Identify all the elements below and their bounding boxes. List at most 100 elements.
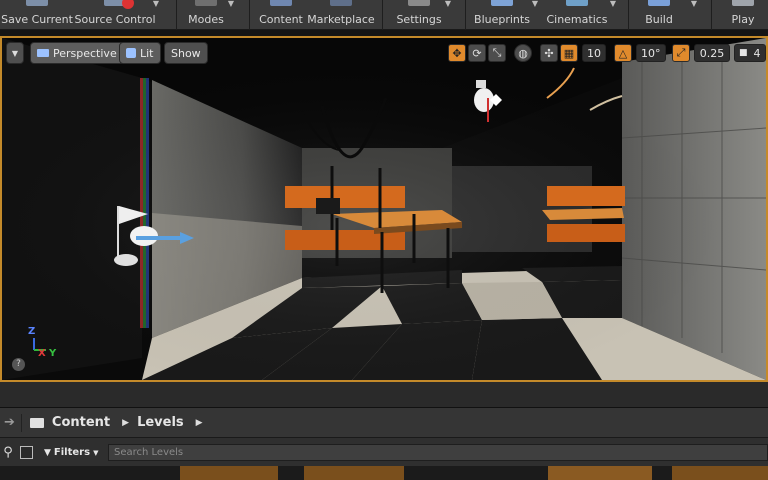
- settings-button[interactable]: Settings: [394, 0, 444, 30]
- content-icon: [270, 0, 292, 6]
- camera-speed-button[interactable]: ■ 4: [734, 44, 766, 62]
- grid-icon: ▦: [563, 46, 575, 60]
- chevron-down-icon: ▼: [11, 48, 19, 58]
- lit-view-mode-button[interactable]: Lit: [119, 42, 161, 64]
- chevron-down-icon: ▼: [93, 448, 99, 457]
- forward-arrow-icon[interactable]: ➔: [4, 415, 15, 430]
- breadcrumb-arrow-icon[interactable]: ▶: [122, 418, 129, 428]
- breadcrumb-content[interactable]: Content: [52, 415, 110, 430]
- scale-snap-icon: ⤢: [676, 46, 686, 59]
- search-icon[interactable]: ⚲: [0, 445, 16, 461]
- axis-x-label: X: [38, 348, 46, 359]
- modes-button[interactable]: Modes: [184, 0, 228, 30]
- asset-tile[interactable]: [672, 466, 768, 480]
- level-viewport[interactable]: Z X Y ? ▼ Perspective Lit Show ✥ ⟳ ⤡ ◍ ✣…: [0, 36, 768, 382]
- lit-mode-icon: [126, 48, 136, 58]
- translate-mode-button[interactable]: ✥: [448, 44, 466, 62]
- perspective-label: Perspective: [53, 46, 117, 60]
- surface-snapping-button[interactable]: ✣: [540, 44, 558, 62]
- filters-label: Filters: [53, 447, 91, 458]
- build-icon: [648, 0, 670, 6]
- axis-z-label: Z: [28, 326, 36, 337]
- rotation-snap-toggle[interactable]: △: [614, 44, 632, 62]
- save-current-label: Save Current: [1, 13, 73, 26]
- move-icon: ✥: [452, 46, 462, 60]
- source-control-button[interactable]: Source Control: [74, 0, 156, 30]
- gear-icon: [408, 0, 430, 6]
- scale-icon: ⤡: [492, 46, 502, 59]
- asset-tile[interactable]: [304, 466, 404, 480]
- help-icon[interactable]: ?: [12, 358, 25, 371]
- show-label: Show: [171, 46, 201, 60]
- perspective-button[interactable]: Perspective: [30, 42, 124, 64]
- search-levels-input[interactable]: [108, 444, 768, 461]
- toolbar-separator: [249, 0, 250, 30]
- build-label: Build: [645, 13, 673, 26]
- rotate-mode-button[interactable]: ⟳: [468, 44, 486, 62]
- path-separator: [20, 413, 22, 432]
- breadcrumb-arrow-icon[interactable]: ▶: [196, 418, 203, 428]
- asset-tile[interactable]: [548, 466, 652, 480]
- grid-snap-toggle[interactable]: ▦: [560, 44, 578, 62]
- play-label: Play: [731, 13, 755, 26]
- camera-icon: [37, 49, 49, 57]
- asset-tile[interactable]: [180, 466, 278, 480]
- cinematics-icon: [566, 0, 588, 6]
- lit-label: Lit: [140, 46, 154, 60]
- scale-mode-button[interactable]: ⤡: [488, 44, 506, 62]
- toolbar-separator: [176, 0, 177, 30]
- content-label: Content: [259, 13, 303, 26]
- cinematics-button[interactable]: Cinematics: [546, 0, 608, 30]
- toolbar-separator: [628, 0, 629, 30]
- content-browser-path-bar: ➔ Content ▶ Levels ▶: [0, 408, 768, 438]
- modes-dropdown-icon[interactable]: ▼: [226, 0, 236, 10]
- cinematics-dropdown-icon[interactable]: ▼: [608, 0, 618, 10]
- scale-snap-value[interactable]: 0.25: [694, 44, 730, 62]
- toolbar-separator: [711, 0, 712, 30]
- rotate-icon: ⟳: [472, 46, 482, 60]
- marketplace-icon: [330, 0, 352, 6]
- editor-window: Save Current Source Control ▼ Modes ▼ Co…: [0, 0, 768, 480]
- coordinate-space-button[interactable]: ◍: [514, 44, 532, 62]
- blueprints-icon: [491, 0, 513, 6]
- show-button[interactable]: Show: [164, 42, 208, 64]
- play-button[interactable]: Play: [728, 0, 758, 30]
- filter-icon: ▼: [44, 447, 51, 458]
- surface-snap-icon: ✣: [544, 46, 554, 60]
- breadcrumb-levels[interactable]: Levels: [137, 415, 184, 430]
- modes-icon: [195, 0, 217, 6]
- main-toolbar: Save Current Source Control ▼ Modes ▼ Co…: [0, 0, 768, 30]
- toolbar-separator: [465, 0, 466, 30]
- scale-snap-toggle[interactable]: ⤢: [672, 44, 690, 62]
- source-control-dropdown-icon[interactable]: ▼: [151, 0, 161, 10]
- settings-label: Settings: [396, 13, 442, 26]
- 3d-scene-render: [2, 38, 766, 380]
- panel-tab-strip: [0, 382, 768, 408]
- build-dropdown-icon[interactable]: ▼: [689, 0, 699, 10]
- rotation-snap-value[interactable]: 10°: [636, 44, 666, 62]
- content-button[interactable]: Content: [258, 0, 304, 30]
- source-control-label: Source Control: [74, 13, 156, 26]
- grid-snap-value[interactable]: 10: [582, 44, 606, 62]
- save-current-button[interactable]: Save Current: [1, 0, 73, 30]
- sources-panel-toggle[interactable]: [20, 446, 33, 459]
- filters-button[interactable]: ▼ Filters ▼: [44, 444, 98, 461]
- marketplace-label: Marketplace: [307, 13, 375, 26]
- toolbar-separator: [382, 0, 383, 30]
- camera-speed-value: 4: [753, 46, 761, 60]
- folder-icon: [29, 417, 44, 428]
- modes-label: Modes: [188, 13, 224, 26]
- settings-dropdown-icon[interactable]: ▼: [443, 0, 453, 10]
- viewport-options-button[interactable]: ▼: [6, 42, 24, 64]
- camera-speed-icon: ■: [739, 48, 748, 58]
- cinematics-label: Cinematics: [546, 13, 608, 26]
- build-button[interactable]: Build: [642, 0, 676, 30]
- marketplace-button[interactable]: Marketplace: [307, 0, 375, 30]
- blueprints-button[interactable]: Blueprints: [474, 0, 530, 30]
- blueprints-label: Blueprints: [474, 13, 530, 26]
- save-icon: [26, 0, 48, 6]
- blueprints-dropdown-icon[interactable]: ▼: [530, 0, 540, 10]
- angle-icon: △: [618, 46, 628, 60]
- globe-icon: ◍: [518, 46, 528, 60]
- disconnected-icon: [122, 0, 134, 9]
